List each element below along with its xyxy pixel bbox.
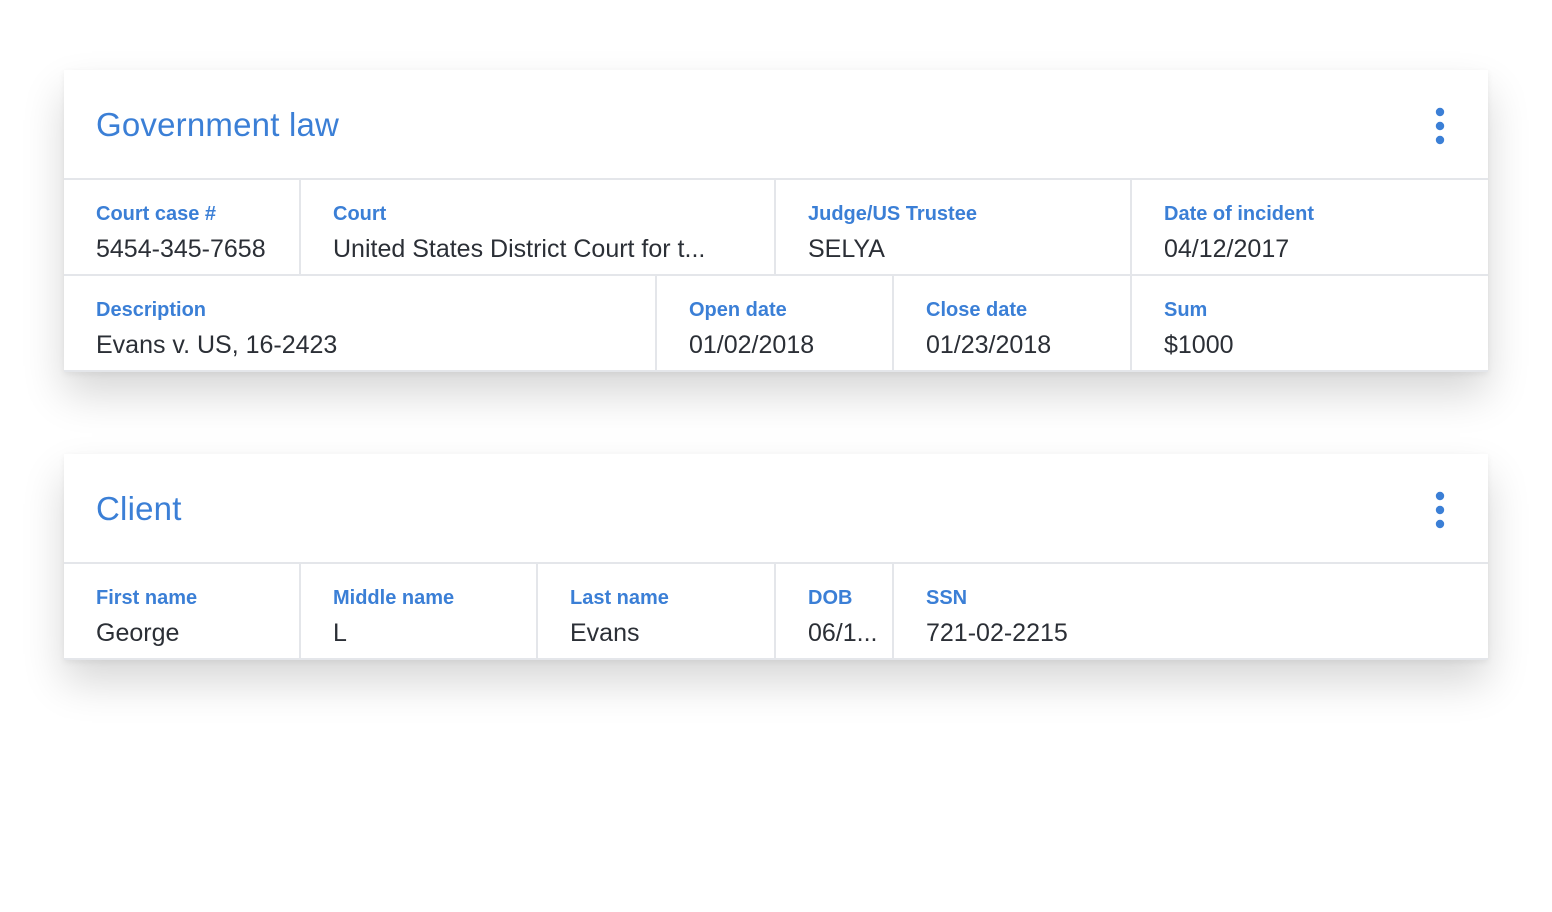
field-value: 01/23/2018	[926, 331, 1052, 359]
field-date-of-incident[interactable]: Date of incident 04/12/2017	[1132, 180, 1488, 274]
field-value: $1000	[1164, 331, 1234, 359]
field-label: Court case #	[96, 203, 217, 225]
field-court-case[interactable]: Court case # 5454-345-7658	[64, 180, 301, 274]
card-header: Client	[64, 454, 1488, 564]
field-label: SSN	[926, 587, 968, 609]
field-middle-name[interactable]: Middle name L	[301, 564, 538, 658]
field-value: 721-02-2215	[926, 619, 1068, 647]
field-label: Court	[333, 203, 387, 225]
field-value: Evans	[570, 619, 640, 647]
field-label: First name	[96, 587, 198, 609]
field-value: 01/02/2018	[689, 331, 815, 359]
more-vert-icon[interactable]	[1424, 106, 1456, 146]
field-description[interactable]: Description Evans v. US, 16-2423	[64, 276, 657, 370]
field-ssn[interactable]: SSN 721-02-2215	[894, 564, 1488, 658]
field-label: Sum	[1164, 299, 1208, 321]
field-judge[interactable]: Judge/US Trustee SELYA	[776, 180, 1132, 274]
card-title: Client	[96, 490, 182, 527]
field-value: 04/12/2017	[1164, 235, 1290, 263]
field-dob[interactable]: DOB 06/1...	[776, 564, 894, 658]
field-first-name[interactable]: First name George	[64, 564, 301, 658]
field-label: Last name	[570, 587, 669, 609]
field-value: George	[96, 619, 180, 647]
field-value: SELYA	[808, 235, 885, 263]
field-value: 06/1...	[808, 619, 878, 647]
field-last-name[interactable]: Last name Evans	[538, 564, 776, 658]
field-value: 5454-345-7658	[96, 235, 266, 263]
field-label: DOB	[808, 587, 853, 609]
field-label: Description	[96, 299, 207, 321]
government-law-card: Government law Court case # 5454-345-765…	[64, 70, 1488, 372]
field-open-date[interactable]: Open date 01/02/2018	[657, 276, 894, 370]
field-label: Open date	[689, 299, 787, 321]
details-row: First name George Middle name L Last nam…	[64, 564, 1488, 660]
field-label: Middle name	[333, 587, 455, 609]
field-label: Close date	[926, 299, 1028, 321]
field-label: Date of incident	[1164, 203, 1315, 225]
field-label: Judge/US Trustee	[808, 203, 977, 225]
details-row: Description Evans v. US, 16-2423 Open da…	[64, 276, 1488, 372]
field-value: United States District Court for t...	[333, 235, 706, 263]
more-vert-icon[interactable]	[1424, 490, 1456, 530]
field-court[interactable]: Court United States District Court for t…	[301, 180, 776, 274]
field-value: Evans v. US, 16-2423	[96, 331, 338, 359]
field-sum[interactable]: Sum $1000	[1132, 276, 1488, 370]
client-card: Client First name George Middle name L L…	[64, 454, 1488, 660]
details-row: Court case # 5454-345-7658 Court United …	[64, 180, 1488, 276]
field-close-date[interactable]: Close date 01/23/2018	[894, 276, 1132, 370]
card-header: Government law	[64, 70, 1488, 180]
card-title: Government law	[96, 106, 340, 143]
field-value: L	[333, 619, 347, 647]
